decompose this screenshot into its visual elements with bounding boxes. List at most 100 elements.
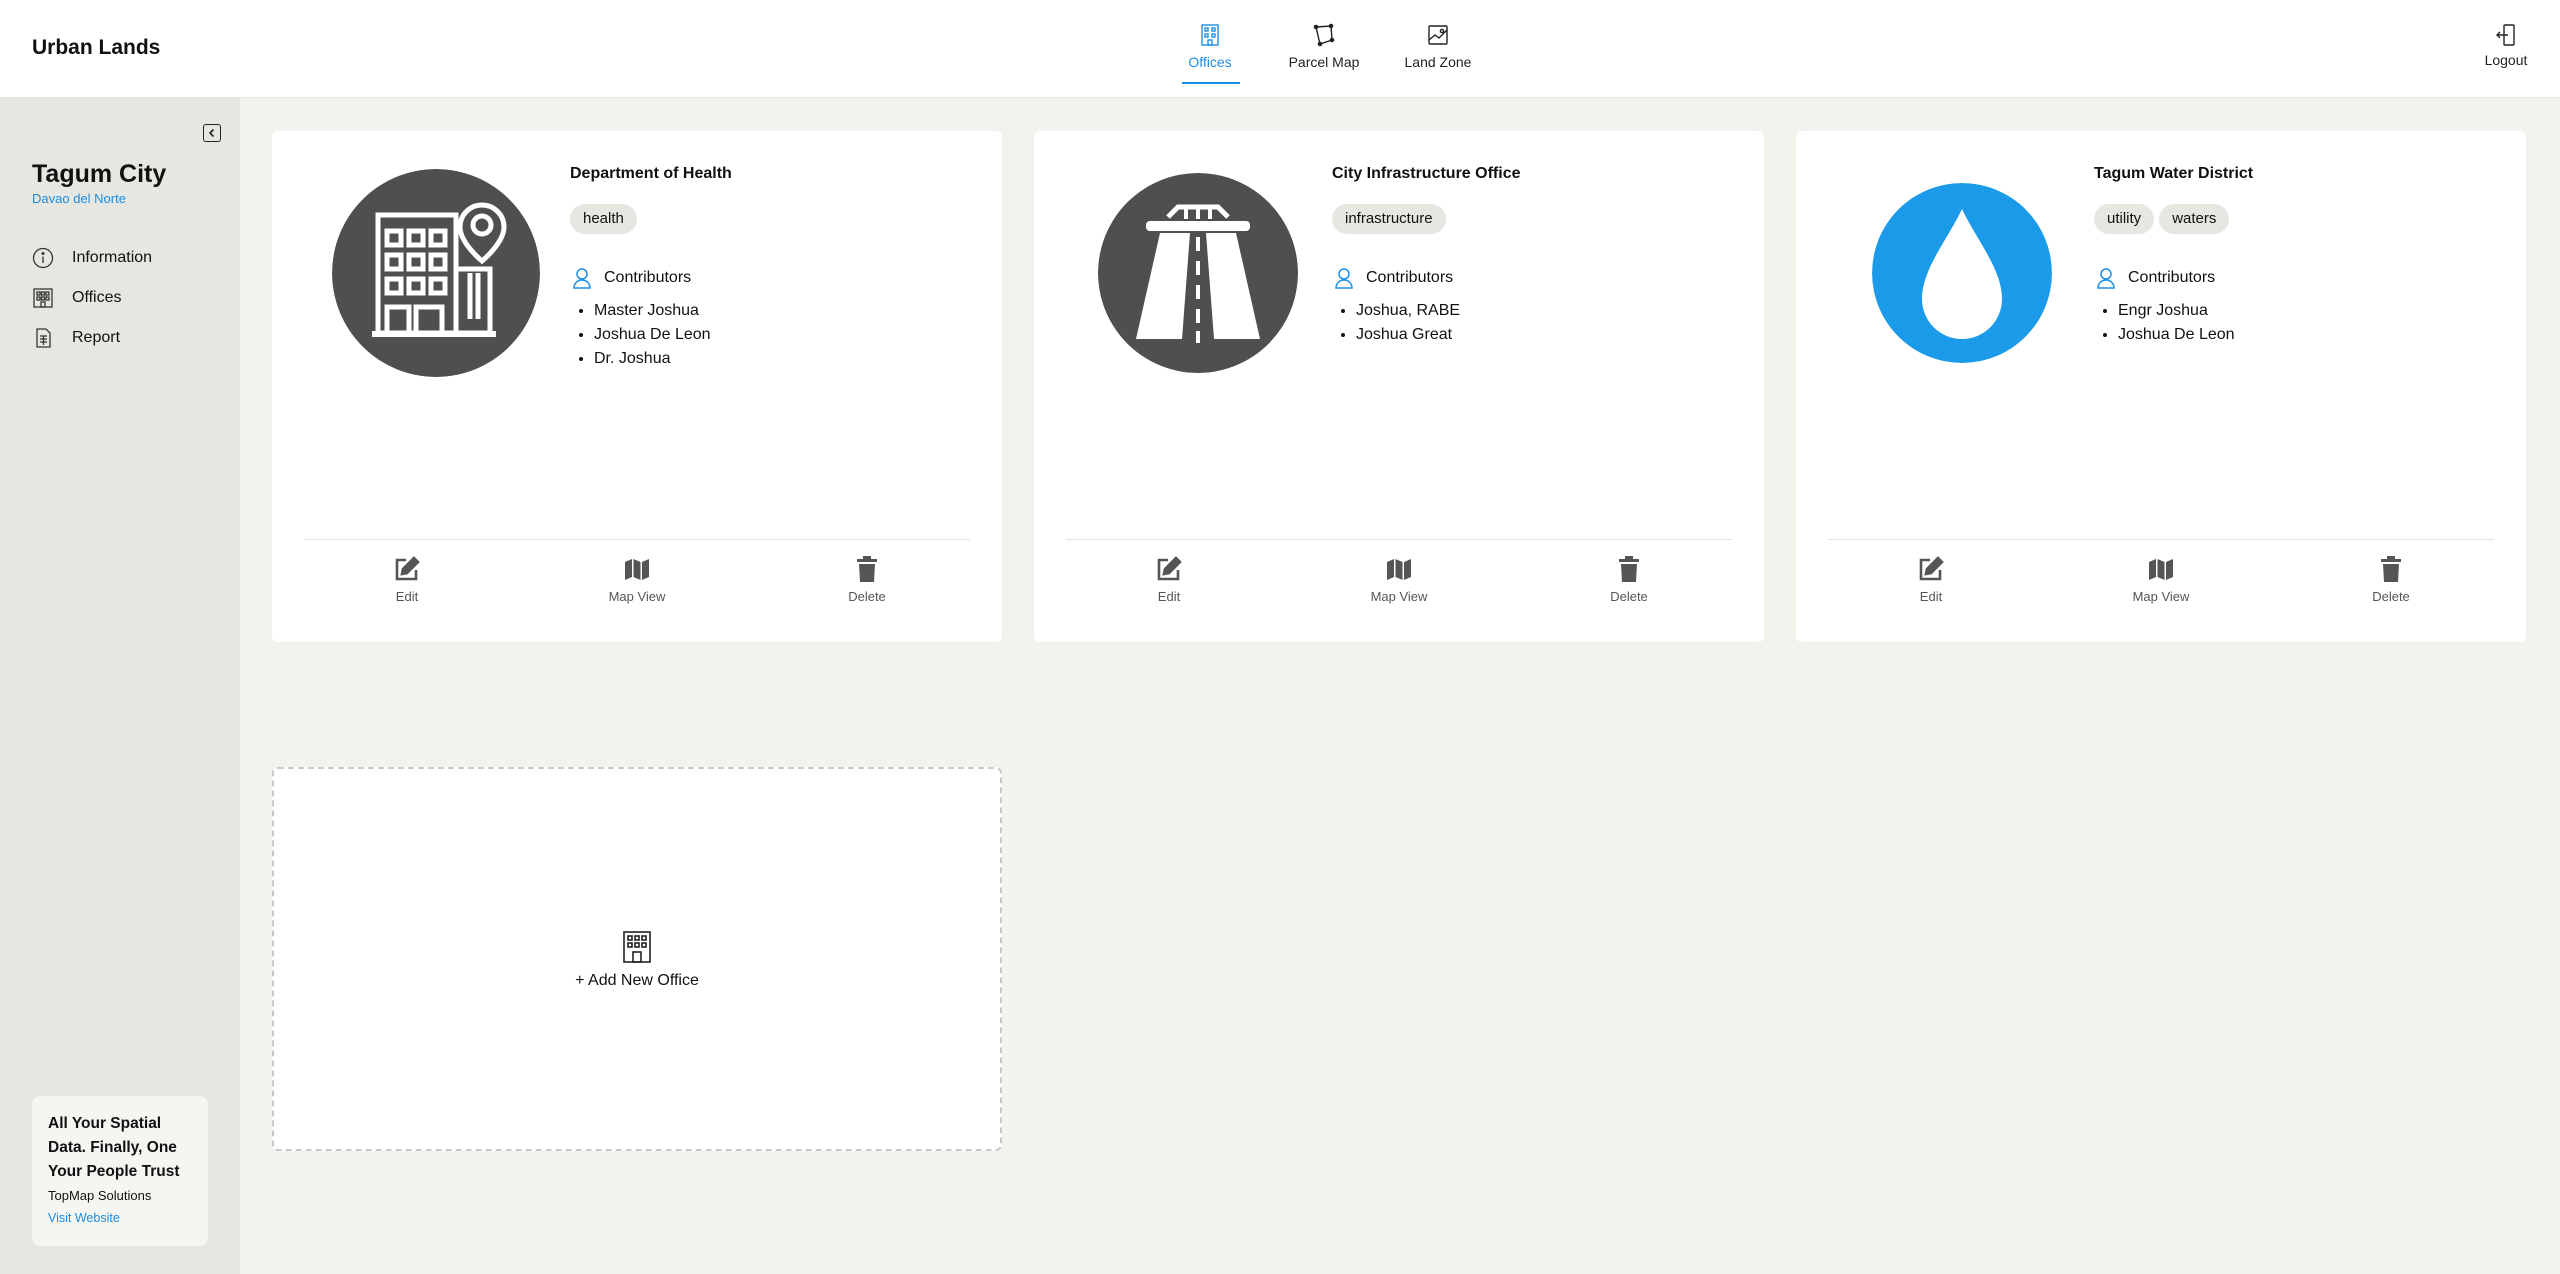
delete-label: Delete	[848, 589, 886, 604]
contributors-list: Engr Joshua Joshua De Leon	[2118, 299, 2235, 347]
map-view-label: Map View	[608, 589, 666, 604]
map-view-label: Map View	[2132, 589, 2190, 604]
office-tag[interactable]: health	[570, 204, 637, 234]
contributor-item: Dr. Joshua	[594, 347, 711, 371]
contributors-list: Master Joshua Joshua De Leon Dr. Joshua	[594, 299, 711, 371]
contributors-list: Joshua, RABE Joshua Great	[1356, 299, 1460, 347]
edit-button[interactable]: Edit	[1119, 555, 1219, 604]
contributor-item: Engr Joshua	[2118, 299, 2235, 323]
map-icon	[2149, 559, 2173, 580]
contributors-header: Contributors	[1334, 267, 1453, 289]
info-icon	[32, 247, 54, 269]
map-icon	[625, 559, 649, 580]
logout-button[interactable]: Logout	[2468, 22, 2544, 68]
province-name: Davao del Norte	[32, 191, 126, 206]
contributor-item: Joshua De Leon	[594, 323, 711, 347]
visit-website-link[interactable]: Visit Website	[48, 1211, 192, 1225]
land-zone-icon	[1428, 25, 1448, 45]
sidebar-menu: Information Offices Report	[32, 238, 152, 358]
office-title: Department of Health	[570, 165, 732, 182]
edit-icon	[395, 556, 420, 581]
office-card: City Infrastructure Office infrastructur…	[1034, 131, 1764, 642]
sidebar-collapse-button[interactable]	[203, 124, 221, 142]
main-nav: Offices Parcel Map Land Zone	[1160, 20, 1502, 84]
sidebar-item-offices[interactable]: Offices	[32, 278, 152, 318]
app-brand[interactable]: Urban Lands	[32, 36, 160, 60]
nav-tab-land-zone[interactable]: Land Zone	[1388, 20, 1488, 82]
nav-tab-label: Offices	[1188, 54, 1232, 70]
user-icon	[2097, 268, 2115, 289]
office-tag[interactable]: utility	[2094, 204, 2155, 234]
add-new-office-button[interactable]: + Add New Office	[272, 767, 1002, 1151]
contributors-label: Contributors	[2128, 269, 2216, 286]
office-logo	[1872, 183, 2052, 363]
sidebar-item-label: Report	[72, 329, 121, 346]
office-title: City Infrastructure Office	[1332, 165, 1521, 182]
add-new-office-label: + Add New Office	[575, 972, 699, 989]
trash-icon	[857, 556, 877, 582]
office-logo	[1098, 173, 1298, 373]
edit-button[interactable]: Edit	[357, 555, 457, 604]
office-tags: infrastructure	[1332, 204, 1451, 234]
delete-label: Delete	[2372, 589, 2410, 604]
office-title: Tagum Water District	[2094, 165, 2254, 182]
water-drop-icon	[1872, 183, 2052, 363]
nav-tab-parcel-map[interactable]: Parcel Map	[1274, 20, 1374, 82]
report-icon	[36, 328, 51, 348]
edit-icon	[1157, 556, 1182, 581]
parcel-polygon-icon	[1313, 23, 1335, 47]
logout-label: Logout	[2484, 52, 2528, 68]
office-card: Department of Health health Contributors…	[272, 131, 1002, 642]
delete-label: Delete	[1610, 589, 1648, 604]
sidebar-item-report[interactable]: Report	[32, 318, 152, 358]
trash-icon	[2381, 556, 2401, 582]
card-actions: Edit Map View Delete	[1796, 555, 2526, 625]
card-divider	[1066, 539, 1732, 540]
contributors-header: Contributors	[2096, 267, 2215, 289]
office-tag[interactable]: infrastructure	[1332, 204, 1446, 234]
edit-label: Edit	[1919, 589, 1943, 604]
map-icon	[1387, 559, 1411, 580]
user-icon	[1335, 268, 1353, 289]
promo-box: All Your Spatial Data. Finally, One Your…	[32, 1096, 208, 1246]
delete-button[interactable]: Delete	[817, 555, 917, 604]
card-divider	[1828, 539, 2494, 540]
office-building-icon	[1201, 24, 1219, 46]
office-building-icon	[33, 288, 53, 308]
sidebar-item-label: Offices	[72, 289, 122, 306]
map-view-button[interactable]: Map View	[587, 555, 687, 604]
delete-button[interactable]: Delete	[1579, 555, 1679, 604]
contributor-item: Joshua Great	[1356, 323, 1460, 347]
contributors-header: Contributors	[572, 267, 691, 289]
sidebar-item-information[interactable]: Information	[32, 238, 152, 278]
user-icon	[573, 268, 591, 289]
edit-icon	[1919, 556, 1944, 581]
map-view-label: Map View	[1370, 589, 1428, 604]
office-tags: utility waters	[2094, 204, 2234, 234]
top-bar: Urban Lands Offices Parcel Map Land Zone…	[0, 0, 2560, 98]
city-name: Tagum City	[32, 160, 167, 188]
office-card: Tagum Water District utility waters Cont…	[1796, 131, 2526, 642]
delete-button[interactable]: Delete	[2341, 555, 2441, 604]
sidebar-item-label: Information	[72, 249, 153, 266]
card-divider	[304, 539, 970, 540]
office-building-icon	[623, 931, 651, 963]
map-view-button[interactable]: Map View	[1349, 555, 1449, 604]
map-view-button[interactable]: Map View	[2111, 555, 2211, 604]
edit-label: Edit	[1157, 589, 1181, 604]
hospital-building-icon	[332, 169, 540, 377]
contributor-item: Master Joshua	[594, 299, 711, 323]
edit-button[interactable]: Edit	[1881, 555, 1981, 604]
office-tag[interactable]: waters	[2159, 204, 2230, 234]
nav-tab-offices[interactable]: Offices	[1160, 20, 1260, 84]
contributors-label: Contributors	[1366, 269, 1454, 286]
card-actions: Edit Map View Delete	[272, 555, 1002, 625]
office-logo	[332, 169, 540, 377]
contributor-item: Joshua De Leon	[2118, 323, 2235, 347]
promo-title: All Your Spatial Data. Finally, One Your…	[48, 1115, 180, 1180]
contributors-label: Contributors	[604, 269, 692, 286]
chevron-left-icon	[208, 128, 215, 138]
card-actions: Edit Map View Delete	[1034, 555, 1764, 625]
road-icon	[1098, 173, 1298, 373]
office-tags: health	[570, 204, 642, 234]
